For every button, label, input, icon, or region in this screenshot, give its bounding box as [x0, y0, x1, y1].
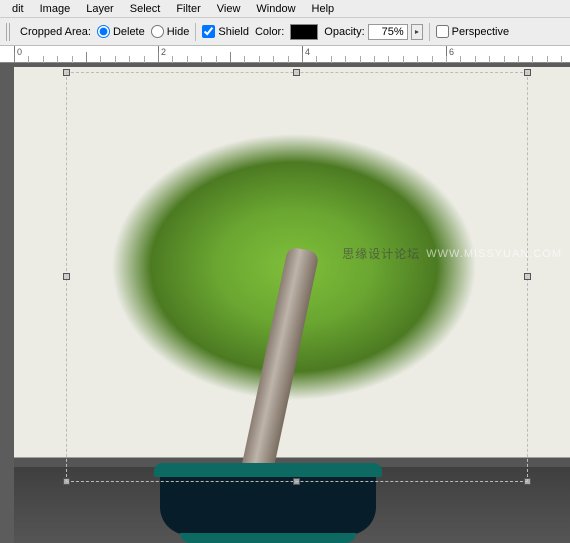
crop-handle-right[interactable] [524, 273, 531, 280]
ruler-tick [230, 52, 231, 63]
pot-foot [180, 533, 356, 543]
pot-body [160, 475, 376, 535]
ruler-tick [360, 56, 361, 63]
radio-hide-input[interactable] [151, 25, 164, 38]
shield-color-swatch[interactable] [290, 24, 318, 40]
shield-label: Shield [218, 26, 249, 38]
ruler-tick [547, 56, 548, 63]
ruler-tick [259, 56, 260, 63]
ruler-tick [403, 56, 404, 63]
radio-hide-label: Hide [167, 26, 190, 38]
menu-select[interactable]: Select [122, 3, 169, 15]
divider [429, 23, 430, 41]
ruler-tick [489, 56, 490, 63]
ruler-tick [43, 56, 44, 63]
ruler-tick [316, 56, 317, 63]
ruler-tick [532, 56, 533, 63]
ruler-tick [561, 56, 562, 63]
color-label: Color: [255, 26, 284, 38]
ruler-tick-label: 2 [161, 47, 166, 57]
ruler-tick [144, 56, 145, 63]
ruler-tick [57, 56, 58, 63]
ruler-tick [432, 56, 433, 63]
menu-filter[interactable]: Filter [168, 3, 208, 15]
perspective-label: Perspective [452, 26, 509, 38]
ruler-tick [187, 56, 188, 63]
opacity-label: Opacity: [324, 26, 364, 38]
cropped-area-label: Cropped Area: [20, 26, 91, 38]
ruler-tick [201, 56, 202, 63]
ruler-tick [504, 56, 505, 63]
ruler-tick [331, 56, 332, 63]
ruler-tick [388, 56, 389, 63]
menu-help[interactable]: Help [304, 3, 343, 15]
crop-handle-top-left[interactable] [63, 69, 70, 76]
menu-layer[interactable]: Layer [78, 3, 122, 15]
opacity-input[interactable] [368, 24, 408, 40]
ruler-tick [460, 56, 461, 63]
crop-handle-bottom[interactable] [293, 478, 300, 485]
shield-checkbox-input[interactable] [202, 25, 215, 38]
menu-image[interactable]: Image [32, 3, 79, 15]
ruler-tick [374, 56, 375, 63]
ruler-tick [475, 56, 476, 63]
radio-delete-label: Delete [113, 26, 145, 38]
ruler-tick [115, 56, 116, 63]
ruler-horizontal[interactable]: 0 2 4 6 [0, 46, 570, 63]
radio-delete[interactable]: Delete [97, 25, 145, 38]
options-bar: Cropped Area: Delete Hide Shield Color: … [0, 18, 570, 46]
ruler-tick [158, 52, 159, 63]
radio-hide[interactable]: Hide [151, 25, 190, 38]
ruler-tick-label: 0 [17, 47, 22, 57]
ruler-tick-label: 6 [449, 47, 454, 57]
crop-selection[interactable] [66, 72, 528, 482]
menu-view[interactable]: View [209, 3, 249, 15]
canvas-area[interactable]: 思缘设计论坛 WWW.MISSYUAN.COM [0, 63, 570, 543]
ruler-tick [129, 56, 130, 63]
perspective-checkbox-input[interactable] [436, 25, 449, 38]
menu-bar: dit Image Layer Select Filter View Windo… [0, 0, 570, 18]
opacity-dropdown-button[interactable] [411, 24, 423, 40]
crop-handle-top[interactable] [293, 69, 300, 76]
options-grip-icon[interactable] [6, 23, 12, 41]
ruler-tick [345, 56, 346, 63]
ruler-tick [288, 56, 289, 63]
ruler-tick [446, 56, 447, 63]
ruler-tick [518, 56, 519, 63]
crop-handle-top-right[interactable] [524, 69, 531, 76]
divider [195, 23, 196, 41]
ruler-tick [273, 56, 274, 63]
perspective-checkbox[interactable]: Perspective [436, 25, 509, 38]
menu-window[interactable]: Window [248, 3, 303, 15]
chevron-right-icon [414, 30, 420, 34]
ruler-tick [28, 56, 29, 63]
ruler-tick [172, 56, 173, 63]
ruler-tick [86, 52, 87, 63]
crop-handle-bottom-left[interactable] [63, 478, 70, 485]
radio-delete-input[interactable] [97, 25, 110, 38]
ruler-tick [417, 56, 418, 63]
ruler-tick [100, 56, 101, 63]
ruler-tick [216, 56, 217, 63]
crop-handle-left[interactable] [63, 273, 70, 280]
ruler-tick [244, 56, 245, 63]
ruler-tick [72, 56, 73, 63]
shield-checkbox[interactable]: Shield [202, 25, 249, 38]
ruler-tick-label: 4 [305, 47, 310, 57]
menu-edit[interactable]: dit [4, 3, 32, 15]
ruler-tick [14, 52, 15, 63]
crop-handle-bottom-right[interactable] [524, 478, 531, 485]
ruler-tick [302, 52, 303, 63]
